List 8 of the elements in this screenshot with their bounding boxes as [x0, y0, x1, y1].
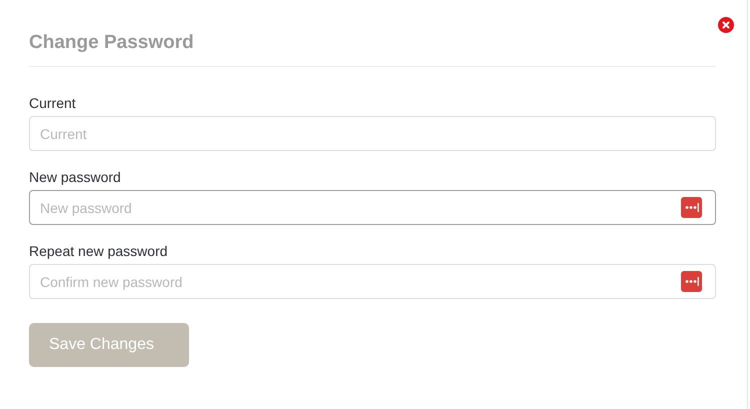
close-icon[interactable] [718, 17, 734, 33]
field-label: Repeat new password [29, 242, 169, 260]
dialog-title: Change Password [29, 31, 195, 55]
field-label: Current [29, 94, 77, 112]
password-manager-icon[interactable] [681, 271, 702, 292]
password-field[interactable]: New password [29, 190, 716, 225]
field-label: New password [29, 168, 122, 186]
password-manager-icon[interactable] [681, 197, 702, 218]
